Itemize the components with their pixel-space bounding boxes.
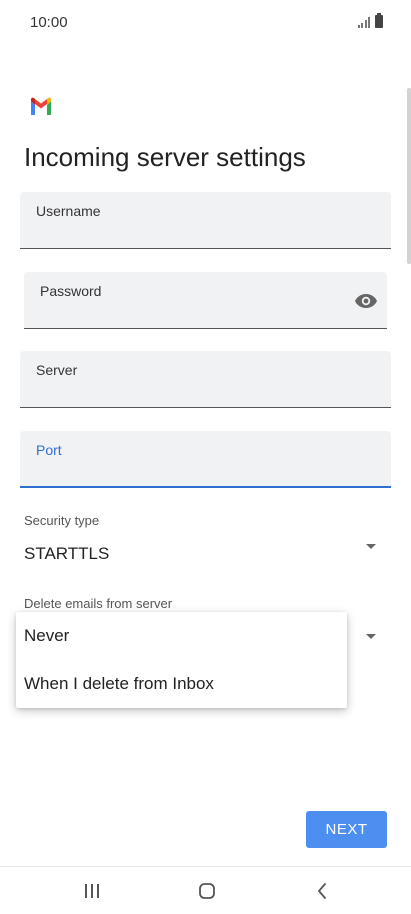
home-icon: [199, 883, 215, 899]
signal-icon: [357, 16, 370, 28]
chevron-down-icon: [366, 634, 376, 639]
delete-emails-menu: Never When I delete from Inbox: [16, 612, 347, 708]
security-type-label: Security type: [24, 513, 100, 528]
port-input[interactable]: [36, 458, 345, 478]
gmail-logo: [31, 97, 51, 115]
screen: 10:00 Incoming server settings Username …: [0, 0, 411, 914]
server-label: Server: [36, 362, 78, 378]
menu-item-never[interactable]: Never: [16, 612, 347, 660]
show-password-button[interactable]: [353, 290, 379, 312]
next-button[interactable]: NEXT: [306, 811, 387, 848]
security-type-value: STARTTLS: [24, 544, 110, 563]
recents-button[interactable]: [78, 879, 106, 903]
status-time: 10:00: [30, 14, 68, 31]
recents-icon: [85, 884, 99, 898]
server-field[interactable]: Server: [20, 351, 391, 408]
scrollbar[interactable]: [407, 88, 411, 264]
chevron-down-icon: [366, 544, 376, 549]
password-field[interactable]: Password: [24, 272, 387, 329]
port-label: Port: [36, 442, 62, 458]
page-title: Incoming server settings: [24, 142, 306, 172]
back-button[interactable]: [308, 879, 336, 903]
password-input[interactable]: [40, 300, 341, 320]
status-bar: 10:00: [0, 0, 411, 46]
port-field[interactable]: Port: [20, 431, 391, 488]
navigation-bar: [0, 866, 411, 914]
status-icons: [357, 13, 383, 28]
username-field[interactable]: Username: [20, 192, 391, 249]
username-input[interactable]: [36, 220, 345, 240]
server-input[interactable]: [36, 379, 345, 399]
username-label: Username: [36, 203, 101, 219]
home-button[interactable]: [193, 879, 221, 903]
delete-emails-label: Delete emails from server: [24, 596, 173, 611]
menu-item-when-delete-from-inbox[interactable]: When I delete from Inbox: [16, 660, 347, 708]
security-type-select[interactable]: STARTTLS: [16, 532, 387, 572]
eye-icon: [355, 294, 377, 308]
password-label: Password: [40, 283, 102, 299]
back-icon: [318, 883, 326, 899]
battery-icon: [375, 13, 383, 28]
